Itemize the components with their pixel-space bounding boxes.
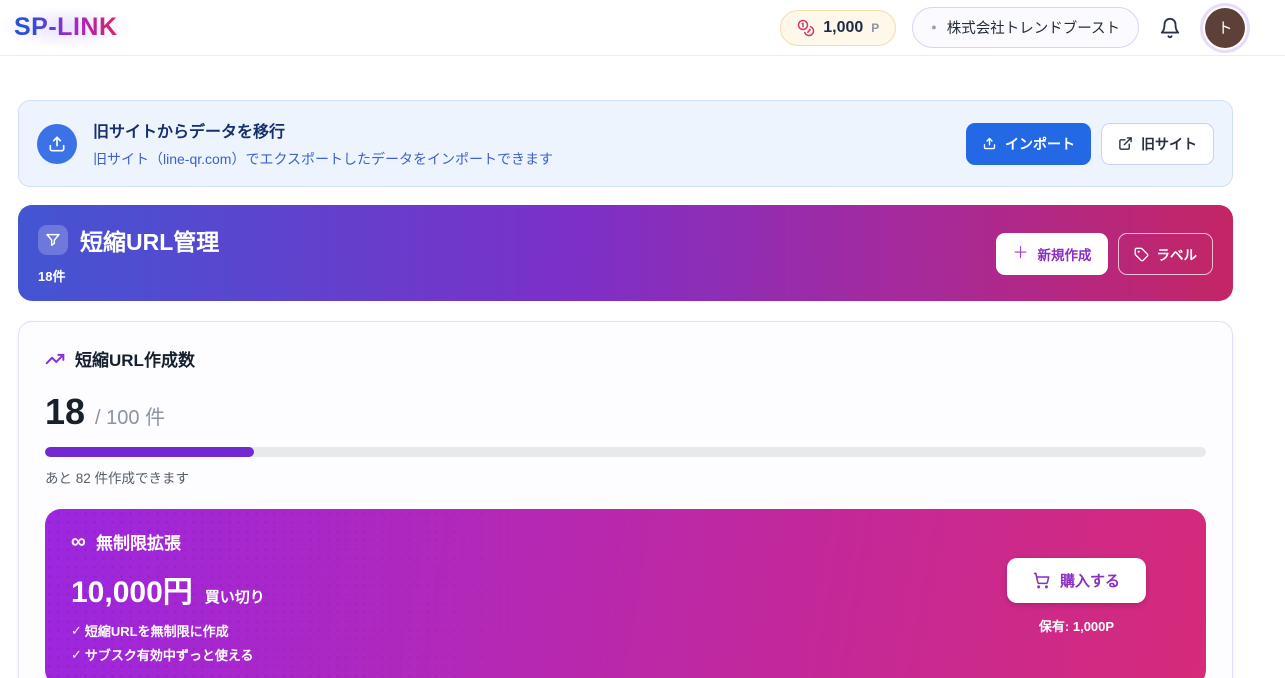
upgrade-feature-text: サブスク有効中ずっと使える [85,645,254,664]
points-value: 1,000 [823,19,863,37]
usage-progress-track [45,447,1206,457]
points-balance-text: 保有: 1,000P [1039,616,1114,635]
tag-icon [1134,247,1149,262]
migration-actions: インポート 旧サイト [966,123,1214,165]
check-icon: ✓ [71,623,82,639]
cart-icon [1033,572,1050,589]
upgrade-title: 無制限拡張 [96,529,181,554]
usage-count-row: 18 / 100 件 [45,391,1206,433]
url-usage-card: 短縮URL作成数 18 / 100 件 あと 82 件作成できます ∞ 無制限拡… [18,321,1233,678]
old-site-button-label: 旧サイト [1141,134,1197,154]
infinity-icon: ∞ [71,531,86,552]
import-button[interactable]: インポート [966,123,1091,165]
upgrade-feature-item: ✓ 短縮URLを無制限に作成 [71,621,265,640]
upgrade-info: ∞ 無制限拡張 10,000円 買い切り ✓ 短縮URLを無制限に作成 ✓ サブ… [71,529,265,664]
trending-up-icon [45,349,65,369]
labels-button[interactable]: ラベル [1118,233,1214,275]
url-banner-left: 短縮URL管理 18件 [38,223,219,285]
url-count-badge: 18件 [38,266,219,285]
company-badge[interactable]: ● 株式会社トレンドブースト [912,7,1139,48]
app-logo: SP-LINK [14,13,118,41]
check-icon: ✓ [71,647,82,663]
upgrade-title-row: ∞ 無制限拡張 [71,529,265,554]
upgrade-price-row: 10,000円 買い切り [71,567,265,611]
import-button-label: インポート [1005,134,1075,154]
plus-icon: ＋ [1012,246,1028,262]
upgrade-feature-text: 短縮URLを無制限に作成 [85,621,229,640]
migration-title: 旧サイトからデータを移行 [93,118,553,142]
status-dot-icon: ● [931,23,936,32]
labels-button-label: ラベル [1157,244,1198,264]
coins-icon [797,19,815,37]
upload-icon [982,136,997,151]
upgrade-purchase-area: 購入する 保有: 1,000P [1007,529,1146,664]
notifications-button[interactable] [1155,13,1185,43]
upgrade-price: 10,000円 [71,567,193,611]
filter-chip [38,225,68,255]
page-title: 短縮URL管理 [80,223,219,257]
upgrade-features: ✓ 短縮URLを無制限に作成 ✓ サブスク有効中ずっと使える [71,621,265,664]
upgrade-price-note: 買い切り [205,586,265,607]
external-link-icon [1118,136,1133,151]
bell-icon [1159,17,1181,39]
funnel-icon [45,232,61,248]
buy-button-label: 購入する [1060,570,1120,591]
avatar[interactable]: ト [1205,8,1245,48]
logo-container[interactable]: SP-LINK [0,7,132,48]
url-management-banner: 短縮URL管理 18件 ＋ 新規作成 ラベル [18,205,1233,301]
migration-subtitle: 旧サイト（line-qr.com）でエクスポートしたデータをインポートできます [93,149,553,169]
create-new-button[interactable]: ＋ 新規作成 [996,233,1107,275]
usage-card-header: 短縮URL作成数 [45,346,1206,371]
app-header: SP-LINK 1,000 P ● 株式会社トレンドブースト ト [0,0,1285,56]
main-content: 旧サイトからデータを移行 旧サイト（line-qr.com）でエクスポートしたデ… [0,56,1285,678]
upgrade-feature-item: ✓ サブスク有効中ずっと使える [71,645,265,664]
upload-circle [37,124,77,164]
usage-card-title: 短縮URL作成数 [75,346,195,371]
usage-remaining-text: あと 82 件作成できます [45,467,1206,487]
old-site-button[interactable]: 旧サイト [1101,123,1214,165]
create-new-button-label: 新規作成 [1038,244,1092,264]
upload-icon [47,134,67,154]
migration-texts: 旧サイトからデータを移行 旧サイト（line-qr.com）でエクスポートしたデ… [93,118,553,169]
migration-banner: 旧サイトからデータを移行 旧サイト（line-qr.com）でエクスポートしたデ… [18,100,1233,187]
url-banner-title-row: 短縮URL管理 [38,223,219,257]
points-badge[interactable]: 1,000 P [780,10,896,46]
company-name: 株式会社トレンドブースト [947,17,1120,38]
usage-current-count: 18 [45,391,85,433]
avatar-initial: ト [1217,17,1232,38]
usage-limit: / 100 件 [95,401,165,430]
url-banner-actions: ＋ 新規作成 ラベル [996,233,1213,275]
header-right: 1,000 P ● 株式会社トレンドブースト ト [780,7,1245,48]
usage-progress-fill [45,447,254,457]
buy-button[interactable]: 購入する [1007,558,1146,603]
points-unit: P [871,21,879,35]
unlimited-upgrade-card: ∞ 無制限拡張 10,000円 買い切り ✓ 短縮URLを無制限に作成 ✓ サブ… [45,509,1206,678]
